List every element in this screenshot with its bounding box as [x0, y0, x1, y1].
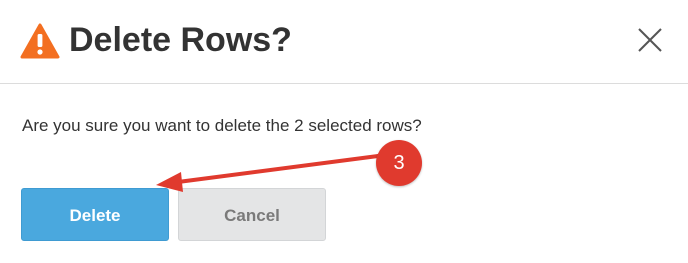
warning-icon [20, 23, 60, 59]
dialog-title: Delete Rows? [69, 21, 292, 59]
cancel-button[interactable]: Cancel [178, 188, 326, 241]
delete-button[interactable]: Delete [21, 188, 169, 241]
close-icon[interactable] [634, 24, 666, 56]
dialog-header: Delete Rows? [0, 0, 688, 84]
delete-rows-dialog: Delete Rows? Are you sure you want to de… [0, 0, 688, 263]
step-number-badge: 3 [376, 140, 422, 186]
confirmation-message: Are you sure you want to delete the 2 se… [22, 116, 422, 135]
